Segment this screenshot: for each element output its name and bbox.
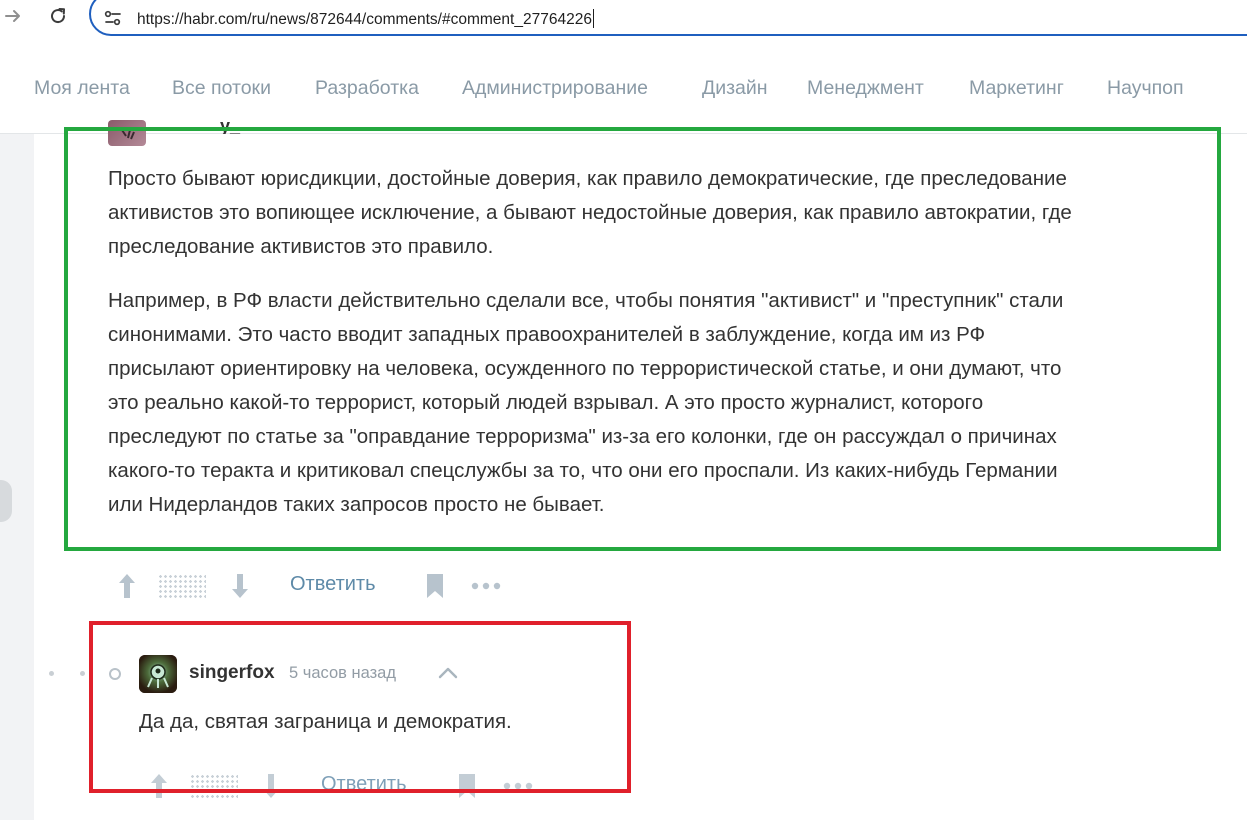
- reload-button[interactable]: [45, 3, 71, 29]
- hub-link-my-feed[interactable]: Моя лента: [34, 77, 130, 100]
- arrow-up-icon: [119, 574, 135, 598]
- forward-button[interactable]: [0, 3, 26, 29]
- scroll-to-top-button[interactable]: [0, 480, 12, 522]
- upvote-button[interactable]: [114, 571, 140, 601]
- url-text: https://habr.com/ru/news/872644/comments…: [137, 11, 592, 28]
- url-field[interactable]: https://habr.com/ru/news/872644/comments…: [137, 9, 594, 29]
- hub-link-popsci[interactable]: Научпоп: [1107, 77, 1184, 100]
- reply-button[interactable]: Ответить: [290, 573, 376, 596]
- hub-link-administration[interactable]: Администрирование: [462, 77, 648, 100]
- hub-link-design[interactable]: Дизайн: [702, 77, 768, 100]
- hub-link-development[interactable]: Разработка: [315, 77, 419, 100]
- hub-link-marketing[interactable]: Маркетинг: [969, 77, 1064, 100]
- reload-icon: [51, 8, 66, 24]
- browser-toolbar: https://habr.com/ru/news/872644/comments…: [0, 0, 1247, 36]
- thread-line-dot: [49, 671, 54, 676]
- forward-arrow-icon: [5, 10, 20, 22]
- score-hidden: [158, 574, 206, 598]
- bookmark-button[interactable]: [424, 572, 446, 600]
- more-options-button[interactable]: [470, 576, 502, 596]
- bookmark-icon: [427, 574, 443, 598]
- hub-link-management[interactable]: Менеджмент: [807, 77, 924, 100]
- downvote-button[interactable]: [227, 571, 253, 601]
- highlight-box-green: [64, 127, 1221, 551]
- hub-link-all-flows[interactable]: Все потоки: [172, 77, 271, 100]
- thread-line-dot: [80, 671, 85, 676]
- page-gutter: [0, 134, 34, 820]
- address-bar[interactable]: https://habr.com/ru/news/872644/comments…: [89, 0, 1247, 36]
- arrow-down-icon: [232, 574, 248, 598]
- site-info-icon[interactable]: [103, 8, 123, 28]
- text-cursor: [592, 9, 594, 28]
- highlight-box-red: [89, 621, 631, 793]
- more-dots-icon: [471, 582, 501, 590]
